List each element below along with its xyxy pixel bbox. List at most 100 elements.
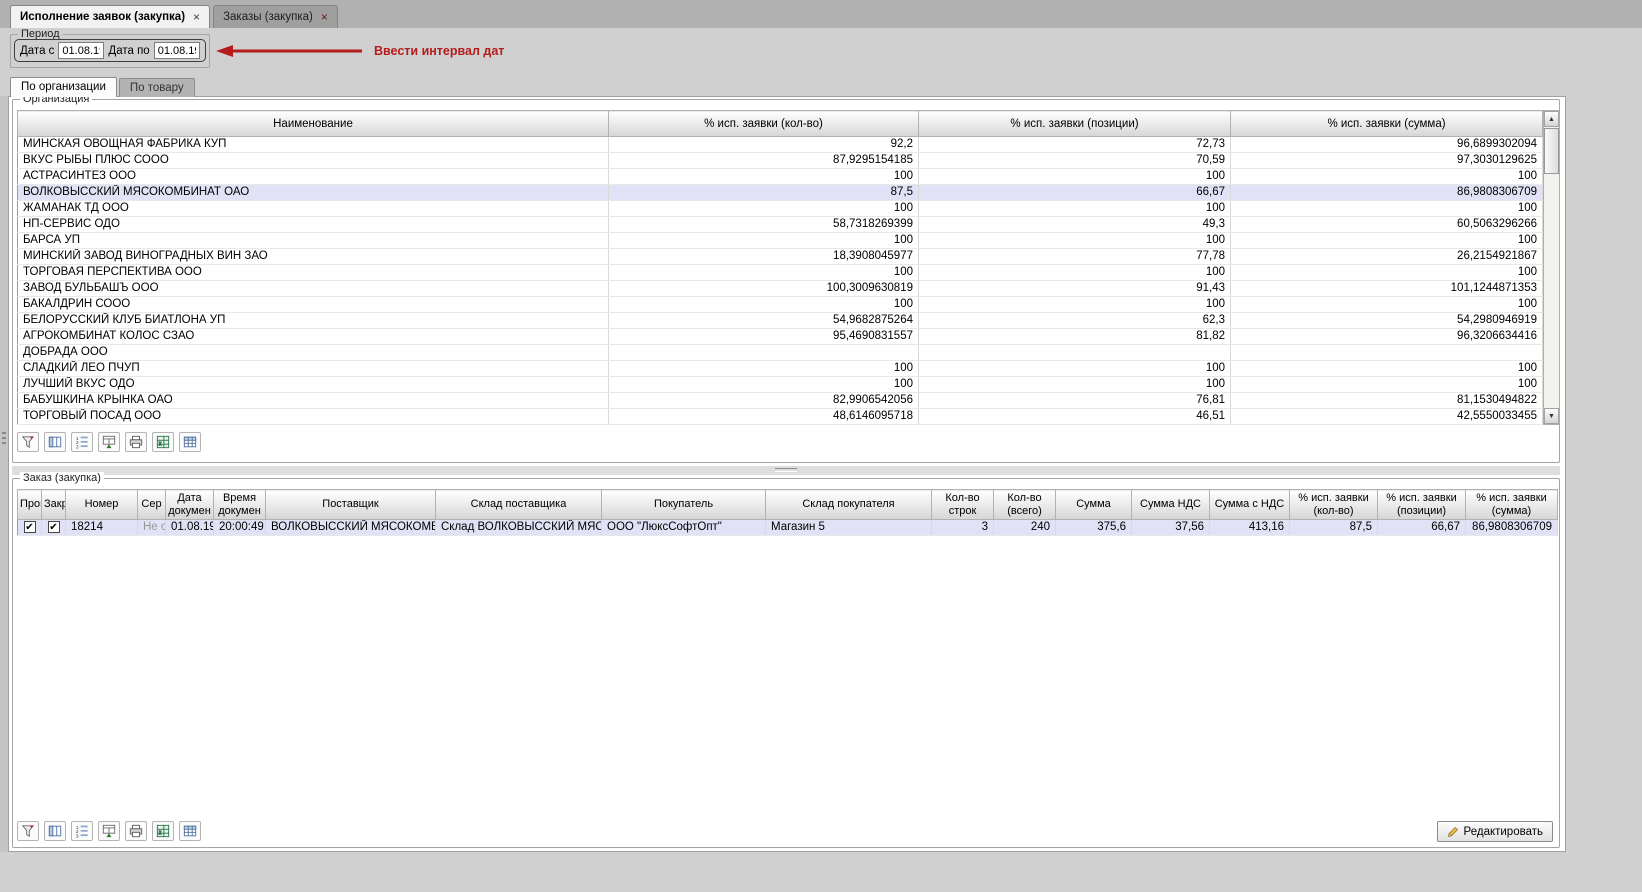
- grid-settings-button[interactable]: [179, 821, 201, 841]
- horizontal-splitter[interactable]: [12, 466, 1560, 475]
- table-row[interactable]: АГРОКОМБИНАТ КОЛОС СЗАО95,469083155781,8…: [18, 329, 1543, 345]
- table-row[interactable]: БАБУШКИНА КРЫНКА ОАО82,990654205676,8181…: [18, 393, 1543, 409]
- order-column-header[interactable]: Поставщик: [266, 490, 436, 520]
- excel-button[interactable]: [152, 432, 174, 452]
- cell[interactable]: 100: [609, 297, 919, 313]
- cell[interactable]: 100,3009630819: [609, 281, 919, 297]
- cell[interactable]: 20:00:49: [214, 520, 266, 536]
- org-column-header[interactable]: Наименование: [18, 111, 609, 137]
- cell[interactable]: 100: [609, 265, 919, 281]
- cell[interactable]: ВОЛКОВЫССКИЙ МЯСОКОМБИ: [266, 520, 436, 536]
- cell[interactable]: 48,6146095718: [609, 409, 919, 425]
- cell[interactable]: [609, 345, 919, 361]
- filter-button[interactable]: [17, 821, 39, 841]
- order-column-header[interactable]: Сумма с НДС: [1210, 490, 1290, 520]
- checkbox-icon[interactable]: ✔: [24, 521, 36, 533]
- cell[interactable]: 54,2980946919: [1231, 313, 1543, 329]
- tab-zakazy[interactable]: Заказы (закупка) ×: [213, 5, 338, 28]
- cell[interactable]: 76,81: [919, 393, 1231, 409]
- tab-ispolnenie-zayavok[interactable]: Исполнение заявок (закупка) ×: [10, 5, 210, 28]
- cell[interactable]: 100: [919, 169, 1231, 185]
- table-row[interactable]: МИНСКАЯ ОВОЩНАЯ ФАБРИКА КУП92,272,7396,6…: [18, 137, 1543, 153]
- cell[interactable]: 87,9295154185: [609, 153, 919, 169]
- cell[interactable]: МИНСКАЯ ОВОЩНАЯ ФАБРИКА КУП: [18, 137, 609, 153]
- excel-button[interactable]: [152, 821, 174, 841]
- order-column-header[interactable]: Кол-во строк: [932, 490, 994, 520]
- cell[interactable]: 62,3: [919, 313, 1231, 329]
- filter-button[interactable]: [17, 432, 39, 452]
- date-from-input[interactable]: [58, 42, 104, 59]
- close-icon[interactable]: ×: [321, 11, 328, 23]
- table-row[interactable]: БЕЛОРУССКИЙ КЛУБ БИАТЛОНА УП54,968287526…: [18, 313, 1543, 329]
- export-button[interactable]: [98, 821, 120, 841]
- cell[interactable]: ДОБРАДА ООО: [18, 345, 609, 361]
- order-column-header[interactable]: Покупатель: [602, 490, 766, 520]
- columns-button[interactable]: [44, 432, 66, 452]
- cell[interactable]: БАКАЛДРИН СООО: [18, 297, 609, 313]
- cell[interactable]: 87,5: [1290, 520, 1378, 536]
- tab-po-tovaru[interactable]: По товару: [119, 78, 195, 97]
- numbering-button[interactable]: 123: [71, 432, 93, 452]
- cell[interactable]: ООО "ЛюксСофтОпт": [602, 520, 766, 536]
- cell[interactable]: НП-СЕРВИС ОДО: [18, 217, 609, 233]
- org-column-header[interactable]: % исп. заявки (сумма): [1231, 111, 1543, 137]
- cell[interactable]: 70,59: [919, 153, 1231, 169]
- cell[interactable]: ТОРГОВАЯ ПЕРСПЕКТИВА ООО: [18, 265, 609, 281]
- edit-button[interactable]: Редактировать: [1437, 821, 1553, 842]
- org-column-header[interactable]: % исп. заявки (позиции): [919, 111, 1231, 137]
- cell[interactable]: 97,3030129625: [1231, 153, 1543, 169]
- cell[interactable]: МИНСКИЙ ЗАВОД ВИНОГРАДНЫХ ВИН ЗАО: [18, 249, 609, 265]
- cell[interactable]: 100: [1231, 265, 1543, 281]
- cell[interactable]: [1231, 345, 1543, 361]
- table-row[interactable]: ЛУЧШИЙ ВКУС ОДО100100100: [18, 377, 1543, 393]
- cell[interactable]: 100: [1231, 377, 1543, 393]
- cell[interactable]: 100: [1231, 233, 1543, 249]
- cell[interactable]: 77,78: [919, 249, 1231, 265]
- cell[interactable]: 100: [919, 201, 1231, 217]
- numbering-button[interactable]: 123: [71, 821, 93, 841]
- order-column-header[interactable]: Пров: [18, 490, 42, 520]
- cell[interactable]: АСТРАСИНТЕЗ ООО: [18, 169, 609, 185]
- table-row[interactable]: ТОРГОВАЯ ПЕРСПЕКТИВА ООО100100100: [18, 265, 1543, 281]
- cell[interactable]: АГРОКОМБИНАТ КОЛОС СЗАО: [18, 329, 609, 345]
- cell[interactable]: 3: [932, 520, 994, 536]
- order-column-header[interactable]: % исп. заявки (сумма): [1466, 490, 1558, 520]
- date-to-input[interactable]: [154, 42, 200, 59]
- cell[interactable]: ТОРГОВЫЙ ПОСАД ООО: [18, 409, 609, 425]
- cell[interactable]: 100: [919, 361, 1231, 377]
- table-row[interactable]: СЛАДКИЙ ЛЕО ПЧУП100100100: [18, 361, 1543, 377]
- table-row[interactable]: ВОЛКОВЫССКИЙ МЯСОКОМБИНАТ ОАО87,566,6786…: [18, 185, 1543, 201]
- cell[interactable]: Не о: [138, 520, 166, 536]
- cell[interactable]: 413,16: [1210, 520, 1290, 536]
- cell[interactable]: 100: [1231, 361, 1543, 377]
- cell[interactable]: 58,7318269399: [609, 217, 919, 233]
- cell[interactable]: 375,6: [1056, 520, 1132, 536]
- cell[interactable]: БАРСА УП: [18, 233, 609, 249]
- order-column-header[interactable]: Закр: [42, 490, 66, 520]
- cell[interactable]: 66,67: [1378, 520, 1466, 536]
- cell[interactable]: 100: [609, 169, 919, 185]
- scrollbar-thumb[interactable]: [1544, 128, 1559, 174]
- cell[interactable]: ВОЛКОВЫССКИЙ МЯСОКОМБИНАТ ОАО: [18, 185, 609, 201]
- cell[interactable]: ЗАВОД БУЛЬБАШЪ ООО: [18, 281, 609, 297]
- order-column-header[interactable]: Сер: [138, 490, 166, 520]
- cell[interactable]: 100: [609, 361, 919, 377]
- cell[interactable]: 100: [1231, 297, 1543, 313]
- cell[interactable]: 18,3908045977: [609, 249, 919, 265]
- cell[interactable]: СЛАДКИЙ ЛЕО ПЧУП: [18, 361, 609, 377]
- table-row[interactable]: МИНСКИЙ ЗАВОД ВИНОГРАДНЫХ ВИН ЗАО18,3908…: [18, 249, 1543, 265]
- checkbox-cell[interactable]: ✔: [18, 520, 42, 536]
- order-column-header[interactable]: Кол-во (всего): [994, 490, 1056, 520]
- cell[interactable]: 92,2: [609, 137, 919, 153]
- cell[interactable]: 26,2154921867: [1231, 249, 1543, 265]
- scroll-down-icon[interactable]: ▼: [1544, 408, 1559, 424]
- cell[interactable]: ВКУС РЫБЫ ПЛЮС СООО: [18, 153, 609, 169]
- table-row[interactable]: АСТРАСИНТЕЗ ООО100100100: [18, 169, 1543, 185]
- cell[interactable]: 100: [609, 201, 919, 217]
- cell[interactable]: 01.08.19: [166, 520, 214, 536]
- cell[interactable]: 66,67: [919, 185, 1231, 201]
- cell[interactable]: 54,9682875264: [609, 313, 919, 329]
- table-row[interactable]: ТОРГОВЫЙ ПОСАД ООО48,614609571846,5142,5…: [18, 409, 1543, 425]
- order-column-header[interactable]: Склад покупателя: [766, 490, 932, 520]
- order-column-header[interactable]: Номер: [66, 490, 138, 520]
